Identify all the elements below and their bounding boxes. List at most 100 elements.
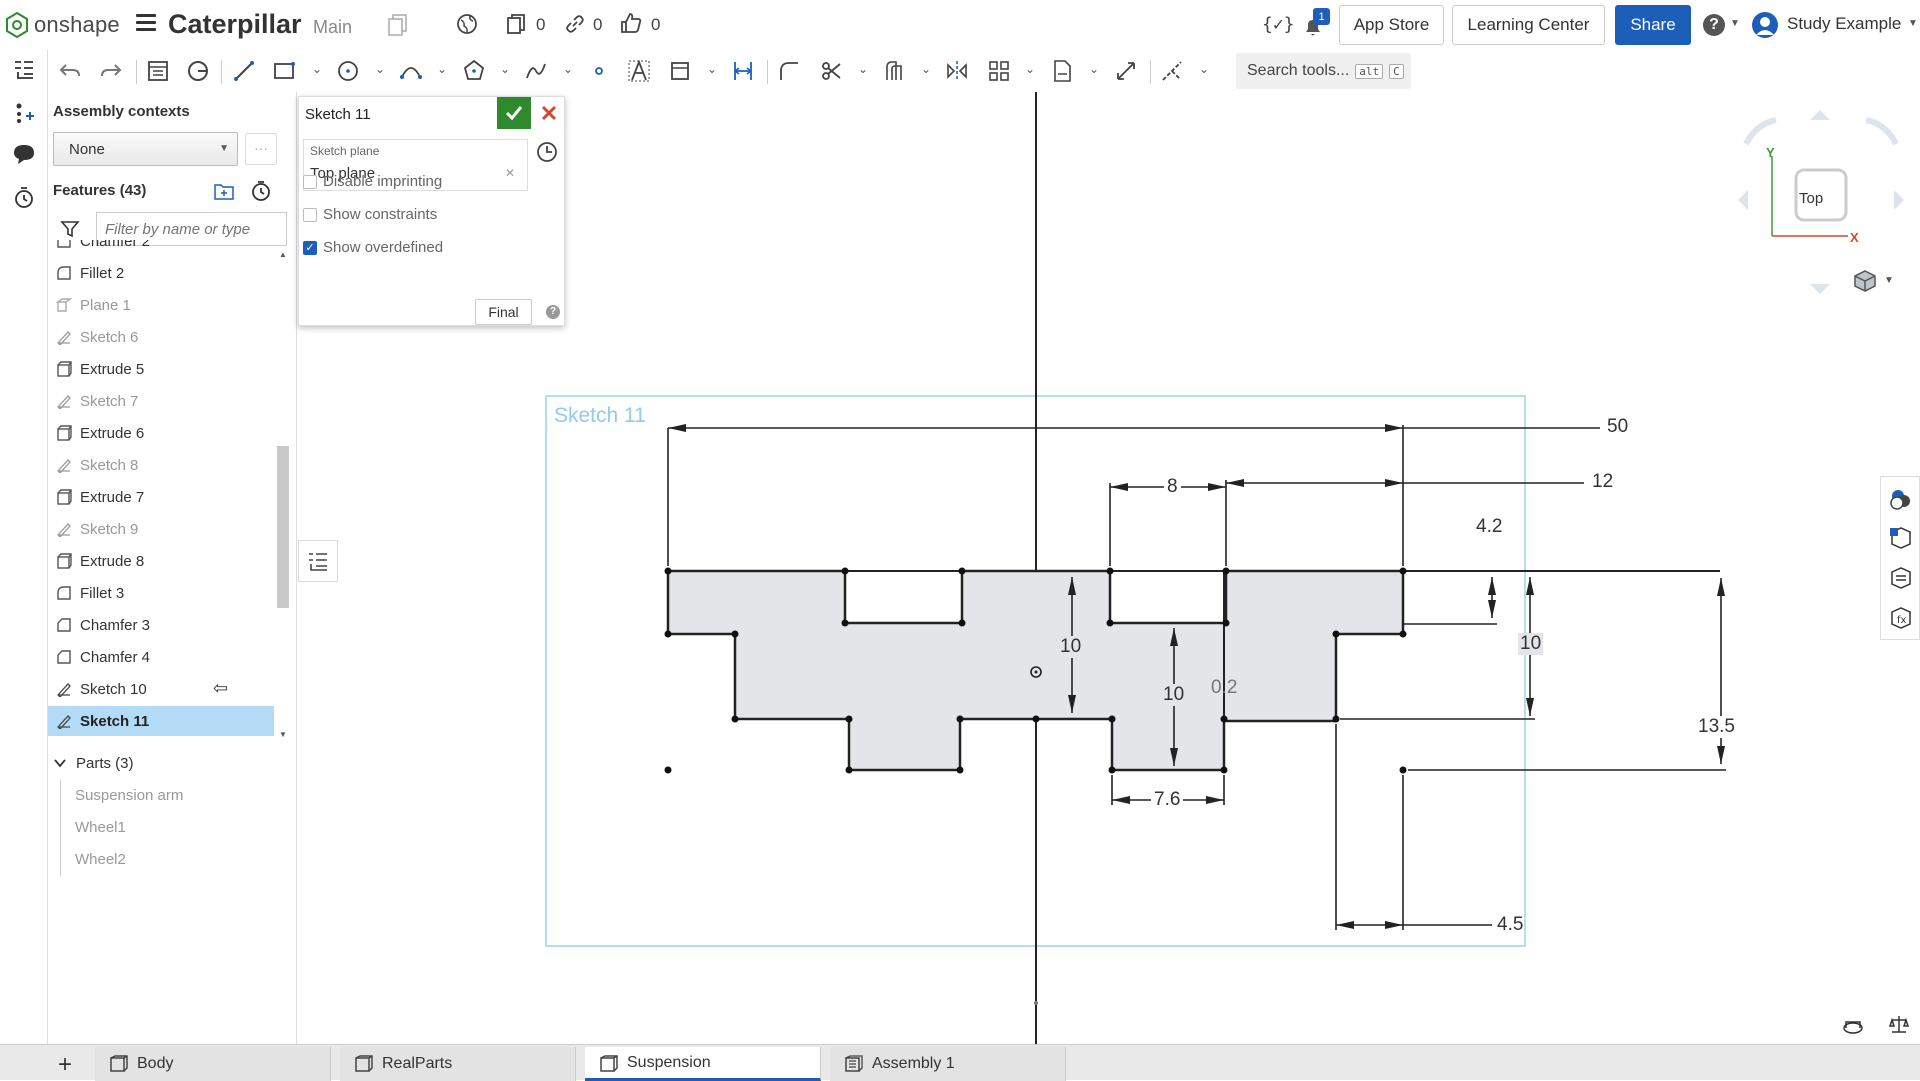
rollback-timer-icon[interactable]: [250, 180, 272, 202]
tab-assembly-1[interactable]: Assembly 1: [830, 1047, 1066, 1081]
variable-studio-icon[interactable]: {✓}: [1262, 14, 1295, 35]
use-icon[interactable]: [668, 59, 692, 83]
assembly-context-select[interactable]: None ▼: [53, 132, 238, 166]
add-folder-icon[interactable]: [213, 180, 235, 202]
feature-item-chamfer-4[interactable]: Chamfer 4: [48, 642, 274, 672]
circle-caret-icon[interactable]: ⌄: [375, 62, 385, 76]
arc-icon[interactable]: [399, 59, 423, 83]
tab-suspension[interactable]: Suspension: [585, 1047, 821, 1081]
parts-collapse-icon[interactable]: [53, 756, 67, 770]
comments-icon[interactable]: [12, 142, 36, 166]
dimension-icon[interactable]: [731, 59, 755, 83]
avatar[interactable]: [1751, 11, 1779, 39]
search-tools-input[interactable]: Search tools... alt C: [1236, 53, 1411, 89]
construction-caret-icon[interactable]: ⌄: [1199, 62, 1209, 76]
trim-caret-icon[interactable]: ⌄: [858, 62, 868, 76]
dimension-50[interactable]: 50: [1607, 416, 1628, 438]
show-constraints-row[interactable]: Show constraints: [303, 206, 437, 223]
feature-item-sketch-8[interactable]: Sketch 8: [48, 450, 274, 480]
feature-item-extrude-8[interactable]: Extrude 8: [48, 546, 274, 576]
part-item[interactable]: Wheel2: [75, 851, 126, 868]
filter-icon[interactable]: [60, 219, 80, 239]
spline-icon[interactable]: [524, 59, 548, 83]
rectangle-icon[interactable]: [272, 59, 296, 83]
user-caret-icon[interactable]: ▼: [1908, 18, 1918, 29]
tab-body[interactable]: Body: [95, 1047, 331, 1081]
view-normal-icon[interactable]: [536, 141, 558, 163]
polygon-icon[interactable]: [462, 59, 486, 83]
polygon-caret-icon[interactable]: ⌄: [500, 62, 510, 76]
dimension-4-5[interactable]: 4.5: [1497, 914, 1523, 936]
sketch-solve-icon[interactable]: [186, 59, 210, 83]
dimension-8[interactable]: 8: [1164, 476, 1181, 498]
variables-icon[interactable]: fx: [1888, 606, 1914, 632]
copy-workspace-icon[interactable]: [388, 14, 408, 36]
scroll-down-icon[interactable]: ▼: [279, 730, 287, 739]
pattern-caret-icon[interactable]: ⌄: [1025, 62, 1035, 76]
link-icon[interactable]: [565, 14, 585, 34]
dimension-10-center[interactable]: 10: [1058, 636, 1084, 658]
trim-icon[interactable]: [819, 59, 843, 83]
learning-center-button[interactable]: Learning Center: [1452, 5, 1605, 45]
dimension-4-2[interactable]: 4.2: [1476, 516, 1502, 538]
point-icon[interactable]: [587, 59, 611, 83]
user-name[interactable]: Study Example: [1787, 14, 1901, 34]
measure-icon[interactable]: [1888, 1014, 1910, 1036]
feature-item-extrude-5[interactable]: Extrude 5: [48, 354, 274, 384]
view-cube-face-label[interactable]: Top: [1799, 190, 1823, 207]
rectangle-caret-icon[interactable]: ⌄: [312, 62, 322, 76]
cancel-button[interactable]: [533, 97, 565, 129]
clear-plane-icon[interactable]: ✕: [505, 166, 515, 180]
mirror-icon[interactable]: [945, 59, 969, 83]
feature-tree-icon[interactable]: [12, 58, 36, 82]
dimension-13-5[interactable]: 13.5: [1696, 716, 1737, 738]
accept-button[interactable]: [497, 97, 531, 129]
help-icon[interactable]: ?: [1703, 14, 1725, 36]
instances-icon[interactable]: [12, 100, 36, 124]
feature-item-fillet-3[interactable]: Fillet 3: [48, 578, 274, 608]
mass-properties-icon[interactable]: [1888, 526, 1914, 552]
offset-icon[interactable]: [882, 59, 906, 83]
share-button[interactable]: Share: [1615, 5, 1691, 45]
like-icon[interactable]: [620, 12, 642, 34]
dialog-help-icon[interactable]: ?: [546, 305, 560, 319]
feature-item-plane-1[interactable]: Plane 1: [48, 290, 274, 320]
show-overdefined-checkbox[interactable]: ✓: [303, 240, 317, 255]
help-caret-icon[interactable]: ▼: [1730, 18, 1740, 29]
feature-item-sketch-11[interactable]: Sketch 11: [48, 706, 274, 736]
dimension-12[interactable]: 12: [1592, 471, 1613, 493]
dimension-0-2[interactable]: 0.2: [1211, 677, 1237, 699]
feature-item-sketch-10[interactable]: Sketch 10 ⇦: [48, 674, 274, 704]
part-item[interactable]: Suspension arm: [75, 787, 183, 804]
transform-icon[interactable]: [1114, 59, 1138, 83]
circle-icon[interactable]: [336, 59, 360, 83]
spline-caret-icon[interactable]: ⌄: [563, 62, 573, 76]
use-caret-icon[interactable]: ⌄: [707, 62, 717, 76]
feature-item-sketch-7[interactable]: Sketch 7: [48, 386, 274, 416]
text-icon[interactable]: [627, 59, 651, 83]
arc-caret-icon[interactable]: ⌄: [437, 62, 447, 76]
final-button[interactable]: Final: [475, 299, 532, 325]
feature-item-sketch-9[interactable]: Sketch 9: [48, 514, 274, 544]
dimension-10-mid[interactable]: 10: [1161, 684, 1187, 706]
part-item[interactable]: Wheel1: [75, 819, 126, 836]
feature-item-chamfer-2[interactable]: Chamfer 2: [48, 240, 274, 256]
pattern-icon[interactable]: [987, 59, 1011, 83]
feature-list-icon[interactable]: [146, 59, 170, 83]
dxf-caret-icon[interactable]: ⌄: [1089, 62, 1099, 76]
feature-item-sketch-6[interactable]: Sketch 6: [48, 322, 274, 352]
add-tab-button[interactable]: +: [58, 1051, 72, 1079]
offset-caret-icon[interactable]: ⌄: [921, 62, 931, 76]
assembly-context-more-button[interactable]: ···: [245, 133, 277, 165]
feature-list-scroll-thumb[interactable]: [277, 446, 289, 608]
dimension-10-right[interactable]: 10: [1518, 633, 1544, 655]
view-options-caret-icon[interactable]: ▼: [1884, 275, 1894, 286]
scroll-up-icon[interactable]: ▲: [279, 250, 287, 259]
menu-icon[interactable]: [136, 14, 156, 32]
dxf-import-icon[interactable]: [1050, 59, 1074, 83]
versions-icon[interactable]: [506, 13, 526, 35]
globe-icon[interactable]: [456, 13, 478, 35]
branch-name[interactable]: Main: [313, 17, 352, 38]
history-icon[interactable]: [12, 186, 36, 210]
disable-imprinting-checkbox[interactable]: [303, 174, 317, 189]
